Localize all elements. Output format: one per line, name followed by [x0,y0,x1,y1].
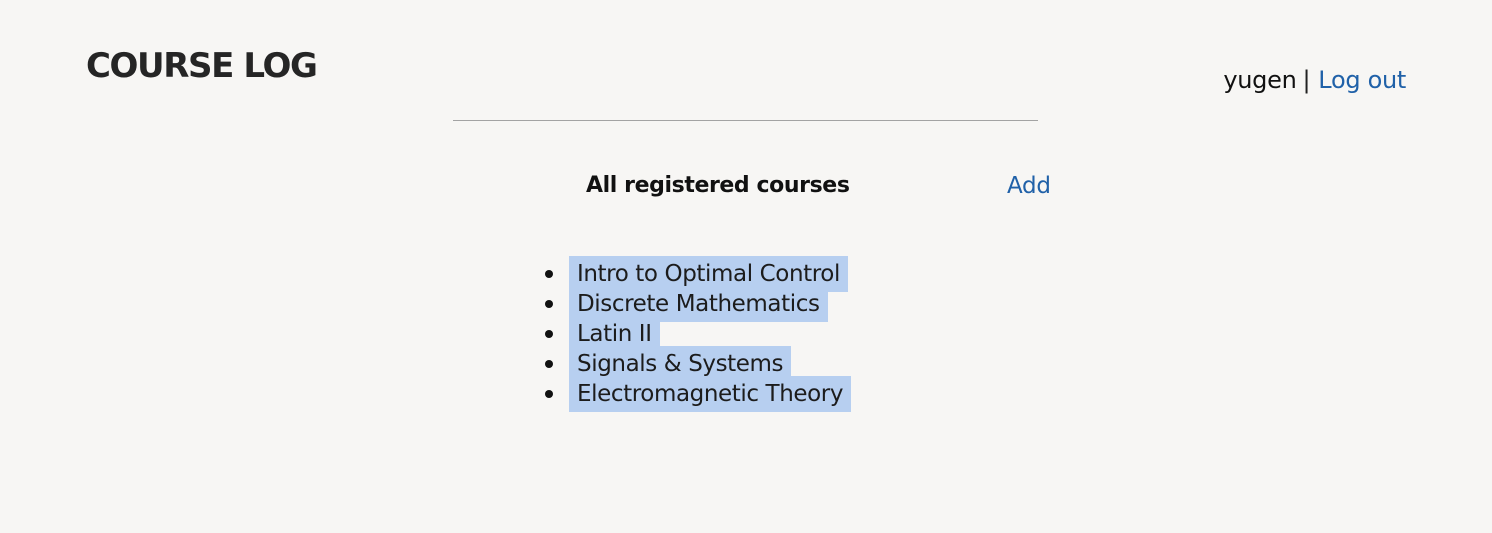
app-title: COURSE LOG [86,46,318,86]
list-item: Discrete Mathematics [545,286,851,322]
bullet [545,360,553,368]
bullet [545,330,553,338]
bullet [545,270,553,278]
section-title: All registered courses [586,173,850,198]
username: yugen [1223,66,1297,94]
course-item[interactable]: Electromagnetic Theory [569,376,852,412]
list-item: Intro to Optimal Control [545,256,851,292]
course-list: Intro to Optimal Control Discrete Mathem… [545,256,852,412]
bullet [545,300,553,308]
list-item: Latin II [545,316,851,352]
list-item: Electromagnetic Theory [545,376,852,412]
account-separator: | [1302,66,1311,94]
list-item: Signals & Systems [545,346,851,382]
add-course-link[interactable]: Add [1007,171,1051,201]
logout-link[interactable]: Log out [1318,66,1406,94]
bullet [545,390,553,398]
account-bar: yugen | Log out [1223,64,1406,96]
header-divider [453,120,1038,121]
